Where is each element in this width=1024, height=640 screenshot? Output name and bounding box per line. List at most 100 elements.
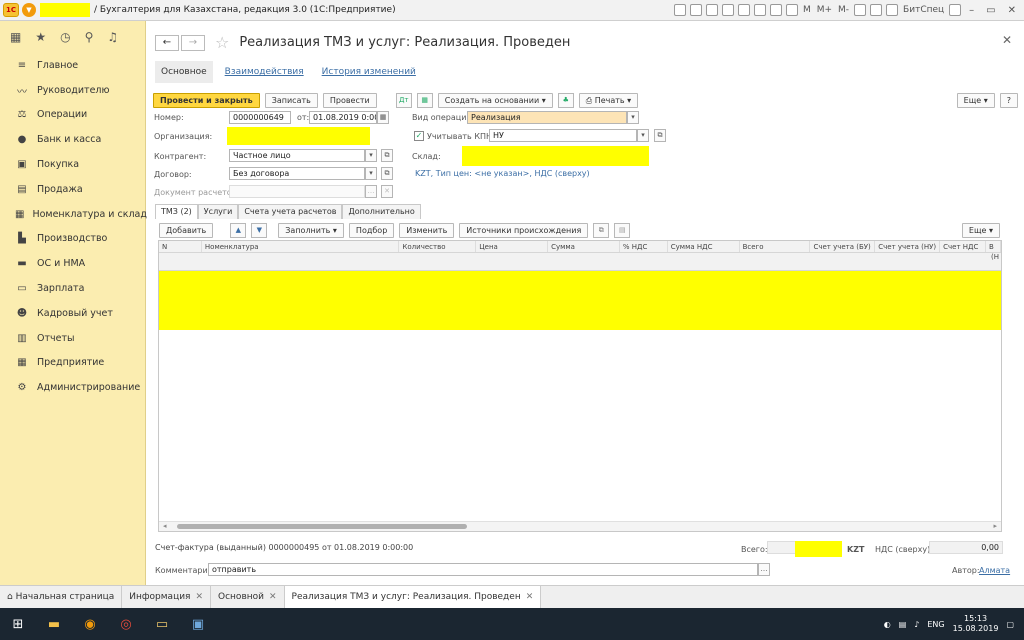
- history-icon[interactable]: ◷: [60, 30, 70, 44]
- selection-button[interactable]: Подбор: [348, 223, 395, 238]
- search-icon[interactable]: ⚲: [85, 30, 94, 44]
- number-field[interactable]: 0000000649: [229, 111, 291, 124]
- sidebar-item-admin[interactable]: ⚙ Администрирование: [0, 375, 145, 400]
- settings-icon[interactable]: [949, 4, 962, 16]
- fill-button[interactable]: Заполнить ▾: [278, 223, 344, 238]
- print-icon[interactable]: [689, 4, 702, 16]
- sidebar-item-purchase[interactable]: ▣ Покупка: [0, 152, 145, 177]
- sidebar-item-production[interactable]: ▙ Производство: [0, 227, 145, 252]
- linked-docs-icon[interactable]: ♣: [557, 92, 574, 108]
- favorites-star-icon[interactable]: ★: [35, 30, 46, 44]
- tab-goods[interactable]: ТМЗ (2): [155, 204, 198, 219]
- col-vat-account[interactable]: Счет НДС: [940, 241, 987, 252]
- settlement-doc-field[interactable]: [229, 185, 365, 198]
- windows-start-icon[interactable]: ⊞: [0, 608, 36, 640]
- contract-field[interactable]: Без договора: [229, 167, 365, 180]
- save-icon[interactable]: [673, 4, 686, 16]
- horizontal-scrollbar[interactable]: ◂ ▸: [159, 521, 1001, 531]
- calendar-icon[interactable]: [769, 4, 782, 16]
- table-icon[interactable]: [753, 4, 766, 16]
- comment-expand-icon[interactable]: …: [758, 563, 770, 576]
- clock[interactable]: 15:13 15.08.2019: [953, 614, 999, 634]
- col-account-nu[interactable]: Счет учета (НУ): [875, 241, 941, 252]
- bell-icon[interactable]: ♫: [107, 30, 118, 44]
- post-button[interactable]: Провести: [322, 92, 377, 108]
- upload-icon[interactable]: [721, 4, 734, 16]
- contractor-field[interactable]: Частное лицо: [229, 149, 365, 162]
- col-account-bu[interactable]: Счет учета (БУ): [810, 241, 876, 252]
- tab-additional[interactable]: Дополнительно: [342, 204, 421, 219]
- calculator-icon[interactable]: [785, 4, 798, 16]
- explorer-icon[interactable]: ▬: [36, 608, 72, 640]
- contract-dropdown-icon[interactable]: ▾: [365, 167, 377, 180]
- operation-type-dropdown-icon[interactable]: ▾: [627, 111, 639, 124]
- post-and-close-button[interactable]: Провести и закрыть: [153, 92, 260, 108]
- table-more-button[interactable]: Еще ▾: [961, 223, 1000, 238]
- tab-current-document[interactable]: Реализация ТМЗ и услуг: Реализация. Пров…: [284, 586, 542, 608]
- close-window-button[interactable]: ✕: [1004, 5, 1020, 16]
- add-row-button[interactable]: Добавить: [159, 223, 214, 238]
- col-vat-rate[interactable]: % НДС: [620, 241, 668, 252]
- 1c-app-icon[interactable]: ◉: [72, 608, 108, 640]
- col-vat-sum[interactable]: Сумма НДС: [668, 241, 740, 252]
- warehouse-field[interactable]: [462, 146, 649, 166]
- main-menu-icon[interactable]: ▼: [22, 3, 36, 17]
- paste-rows-icon[interactable]: ▤: [614, 223, 631, 238]
- sidebar-item-hr[interactable]: ☻ Кадровый учет: [0, 301, 145, 326]
- language-indicator[interactable]: ENG: [927, 620, 944, 629]
- favorite-star-icon[interactable]: ☆: [215, 33, 229, 52]
- organization-field[interactable]: [227, 127, 370, 145]
- sidebar-item-bank[interactable]: ● Банк и касса: [0, 127, 145, 152]
- sidebar-item-operations[interactable]: ⚖ Операции: [0, 103, 145, 128]
- sidebar-item-salary[interactable]: ▭ Зарплата: [0, 276, 145, 301]
- scrollbar-thumb[interactable]: [177, 524, 467, 529]
- tray-app-icon[interactable]: ◐: [884, 620, 891, 629]
- scroll-right-icon[interactable]: ▸: [993, 522, 997, 530]
- contractor-dropdown-icon[interactable]: ▾: [365, 149, 377, 162]
- tab-history[interactable]: История изменений: [316, 61, 422, 83]
- 1c-logo-icon[interactable]: 1С: [3, 3, 19, 17]
- tab-main[interactable]: Основное: [155, 61, 213, 83]
- calendar-picker-icon[interactable]: ▦: [377, 111, 389, 124]
- kpn-checkbox[interactable]: ✓: [414, 131, 424, 141]
- sidebar-item-main[interactable]: ≡ Главное: [0, 53, 145, 78]
- operation-type-field[interactable]: Реализация: [467, 111, 627, 124]
- notifications-icon[interactable]: ▢: [1006, 620, 1014, 629]
- forward-button[interactable]: →: [181, 34, 205, 51]
- structure-icon[interactable]: ▦: [416, 92, 433, 108]
- download-icon[interactable]: [737, 4, 750, 16]
- chrome-icon[interactable]: ◎: [108, 608, 144, 640]
- comment-field[interactable]: отправить: [208, 563, 758, 576]
- close-icon[interactable]: ✕: [269, 592, 277, 602]
- col-sum[interactable]: Сумма: [548, 241, 620, 252]
- network-icon[interactable]: ▤: [899, 620, 907, 629]
- desktop-app-icon[interactable]: ▣: [180, 608, 216, 640]
- close-icon[interactable]: ✕: [526, 592, 534, 602]
- move-up-icon[interactable]: ▲: [230, 223, 247, 238]
- bell-icon[interactable]: [854, 4, 867, 16]
- close-icon[interactable]: ✕: [1002, 33, 1012, 47]
- kpn-dropdown-icon[interactable]: ▾: [637, 129, 649, 142]
- prices-currency-link[interactable]: KZT, Тип цен: <не указан>, НДС (сверху): [415, 169, 590, 178]
- volume-icon[interactable]: ♪: [914, 620, 919, 629]
- tab-services[interactable]: Услуги: [197, 204, 239, 219]
- memory-button[interactable]: M: [802, 5, 812, 15]
- apps-grid-icon[interactable]: ▦: [10, 30, 21, 44]
- col-n[interactable]: N: [159, 241, 202, 252]
- save-button[interactable]: Записать: [264, 92, 318, 108]
- sidebar-item-nomenclature[interactable]: ▦ Номенклатура и склад: [0, 202, 147, 227]
- tab-home[interactable]: ⌂ Начальная страница: [0, 586, 123, 608]
- copy-rows-icon[interactable]: ⧉: [593, 223, 610, 238]
- create-based-on-button[interactable]: Создать на основании ▾: [437, 92, 553, 108]
- sidebar-item-manager[interactable]: 〰 Руководителю: [0, 78, 145, 103]
- maximize-button[interactable]: ▭: [982, 5, 999, 16]
- scroll-left-icon[interactable]: ◂: [163, 522, 167, 530]
- col-nomenclature[interactable]: Номенклатура: [202, 241, 400, 252]
- col-total[interactable]: Всего: [740, 241, 811, 252]
- tab-information[interactable]: Информация ✕: [122, 586, 212, 608]
- settlement-doc-select-icon[interactable]: …: [365, 185, 377, 198]
- sidebar-item-enterprise[interactable]: ▦ Предприятие: [0, 351, 145, 376]
- tab-basic[interactable]: Основной ✕: [211, 586, 285, 608]
- invoice-link[interactable]: Счет-фактура (выданный) 0000000495 от 01…: [155, 543, 413, 552]
- col-extra[interactable]: В: [986, 241, 1001, 252]
